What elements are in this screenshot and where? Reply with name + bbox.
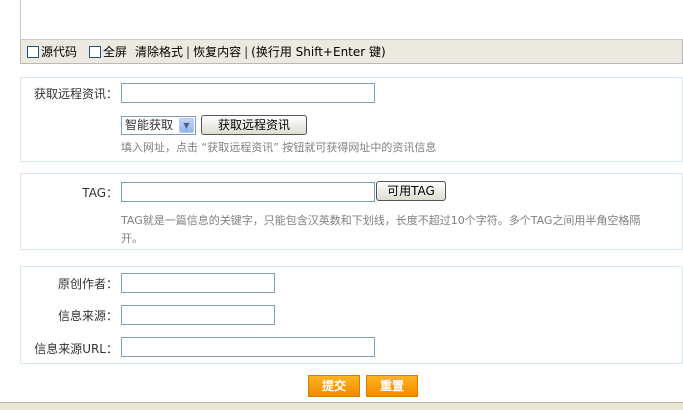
restore-content-link[interactable]: 恢复内容 — [193, 43, 241, 60]
fullscreen-checkbox[interactable] — [89, 45, 102, 58]
source-url-input[interactable] — [121, 337, 375, 357]
fullscreen-label: 全屏 — [103, 45, 128, 59]
toolbar-separator: | — [244, 44, 249, 59]
submit-button[interactable]: 提交 — [308, 375, 360, 397]
reset-button[interactable]: 重置 — [366, 375, 418, 397]
tag-input[interactable] — [121, 182, 375, 202]
author-label: 原创作者： — [57, 277, 118, 291]
remote-url-input[interactable] — [121, 83, 375, 103]
linebreak-hint: (换行用 Shift+Enter 键) — [251, 45, 386, 59]
fetch-remote-button[interactable]: 获取远程资讯 — [201, 115, 307, 135]
editor-toolbar: 源代码 全屏 清除格式 | 恢复内容 | (换行用 Shift+Enter 键) — [20, 40, 683, 64]
source-url-label: 信息来源URL： — [34, 342, 118, 356]
source-code-label: 源代码 — [41, 45, 78, 59]
tag-hint-line2: 开。 — [121, 232, 143, 245]
remote-fetch-label: 获取远程资讯： — [33, 87, 118, 101]
remote-fetch-hint: 填入网址，点击 “获取远程资讯” 按钮就可获得网址中的资讯信息 — [121, 141, 437, 154]
available-tag-button[interactable]: 可用TAG — [376, 181, 446, 201]
chevron-down-icon[interactable]: ▼ — [179, 118, 194, 133]
fullscreen-toggle[interactable]: 全屏 — [83, 43, 127, 60]
source-label: 信息来源： — [57, 309, 118, 323]
tag-hint-line1: TAG就是一篇信息的关键字，只能包含汉英数和下划线，长度不超过10个字符。多个T… — [121, 214, 641, 227]
window-status-bar — [0, 402, 683, 410]
toolbar-separator: | — [186, 44, 191, 59]
source-input[interactable] — [121, 305, 275, 325]
author-input[interactable] — [121, 273, 275, 293]
content-editor[interactable] — [20, 0, 683, 40]
source-code-toggle[interactable]: 源代码 — [21, 43, 77, 60]
source-code-checkbox[interactable] — [27, 45, 39, 58]
tag-label: TAG： — [82, 186, 118, 200]
fetch-mode-select[interactable]: 智能获取 ▼ — [121, 116, 196, 135]
clear-format-link[interactable]: 清除格式 — [135, 43, 183, 60]
fetch-mode-value: 智能获取 — [125, 118, 174, 132]
